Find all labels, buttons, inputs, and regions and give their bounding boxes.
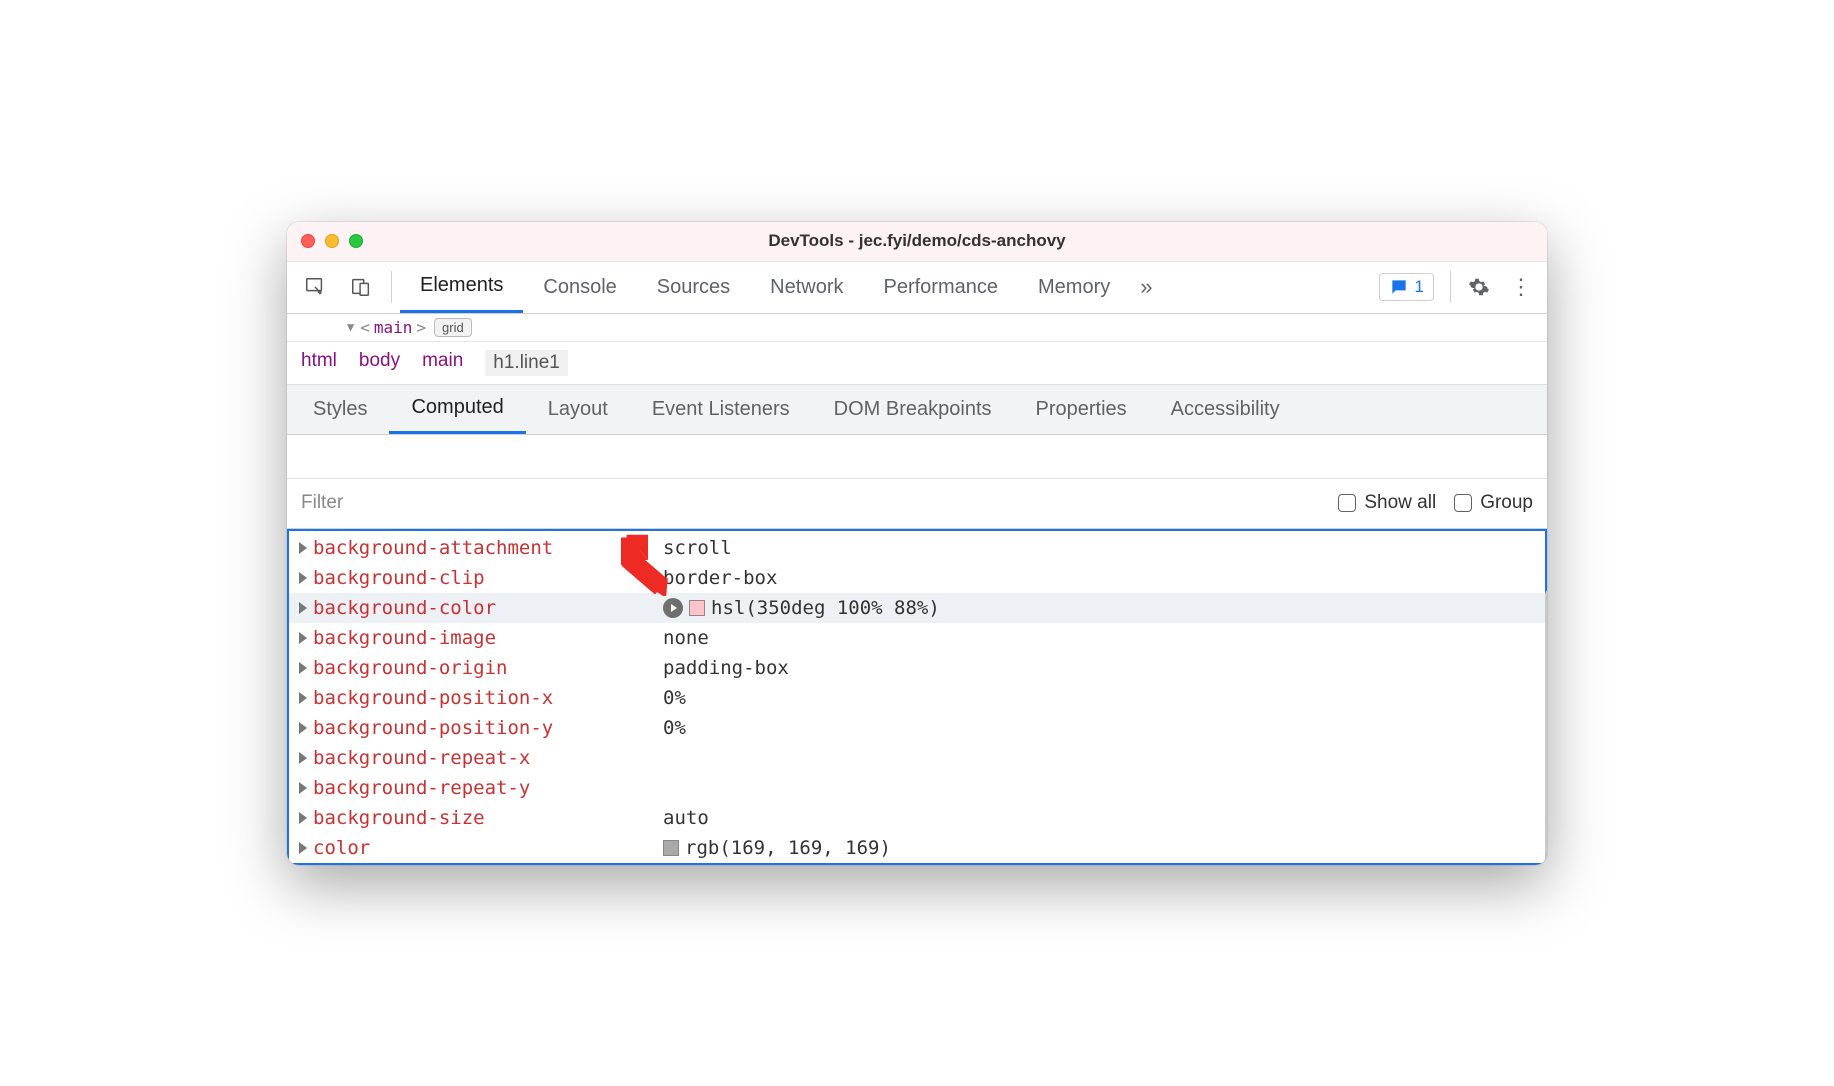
subtab-accessibility[interactable]: Accessibility xyxy=(1149,384,1302,434)
inspect-icon[interactable] xyxy=(293,265,337,309)
property-name: color xyxy=(313,837,663,859)
traffic-lights xyxy=(301,234,363,248)
subtab-properties[interactable]: Properties xyxy=(1014,384,1149,434)
settings-icon[interactable] xyxy=(1459,276,1499,298)
kebab-menu-icon[interactable]: ⋮ xyxy=(1501,274,1541,300)
property-value: border-box xyxy=(663,567,777,589)
computed-row[interactable]: background-clipborder-box xyxy=(289,563,1545,593)
minimize-icon[interactable] xyxy=(325,234,339,248)
computed-row[interactable]: background-attachmentscroll xyxy=(289,533,1545,563)
property-value: auto xyxy=(663,807,709,829)
property-value: rgb(169, 169, 169) xyxy=(685,837,891,859)
computed-row[interactable]: background-imagenone xyxy=(289,623,1545,653)
property-name: background-attachment xyxy=(313,537,663,559)
subtab-styles[interactable]: Styles xyxy=(291,384,389,434)
computed-row[interactable]: background-position-y0% xyxy=(289,713,1545,743)
scrollbar[interactable] xyxy=(1545,589,1547,865)
tab-memory[interactable]: Memory xyxy=(1018,261,1130,313)
expand-triangle-icon[interactable] xyxy=(299,572,307,584)
property-value: hsl(350deg 100% 88%) xyxy=(711,597,940,619)
expand-triangle-icon[interactable] xyxy=(299,632,307,644)
expand-triangle-icon[interactable] xyxy=(299,692,307,704)
tab-network[interactable]: Network xyxy=(750,261,863,313)
styles-subtabs: Styles Computed Layout Event Listeners D… xyxy=(287,385,1547,435)
group-checkbox[interactable]: Group xyxy=(1454,492,1533,514)
subtab-event-listeners[interactable]: Event Listeners xyxy=(630,384,812,434)
property-value: none xyxy=(663,627,709,649)
dom-tag: main xyxy=(374,318,413,337)
group-label: Group xyxy=(1480,492,1533,514)
property-name: background-repeat-y xyxy=(313,777,663,799)
filter-input[interactable]: Filter xyxy=(301,492,1320,514)
issues-count: 1 xyxy=(1415,277,1424,297)
tab-elements[interactable]: Elements xyxy=(400,261,523,313)
issues-badge[interactable]: 1 xyxy=(1379,273,1434,301)
expand-triangle-icon[interactable] xyxy=(299,752,307,764)
property-name: background-position-y xyxy=(313,717,663,739)
annotation-arrow-icon xyxy=(621,533,675,596)
navigate-icon[interactable] xyxy=(663,598,683,618)
property-value: padding-box xyxy=(663,657,789,679)
property-name: background-color xyxy=(313,597,663,619)
window-title: DevTools - jec.fyi/demo/cds-anchovy xyxy=(287,231,1547,251)
tab-performance[interactable]: Performance xyxy=(864,261,1019,313)
expand-triangle-icon[interactable] xyxy=(299,812,307,824)
separator xyxy=(391,271,392,303)
computed-row[interactable]: background-repeat-x xyxy=(289,743,1545,773)
color-swatch-icon[interactable] xyxy=(689,600,705,616)
tab-sources[interactable]: Sources xyxy=(637,261,750,313)
devtools-window: DevTools - jec.fyi/demo/cds-anchovy Elem… xyxy=(287,222,1547,865)
main-toolbar: Elements Console Sources Network Perform… xyxy=(287,262,1547,314)
property-name: background-origin xyxy=(313,657,663,679)
checkbox-icon xyxy=(1454,494,1472,512)
property-name: background-clip xyxy=(313,567,663,589)
expand-triangle-icon[interactable] xyxy=(299,542,307,554)
spacer xyxy=(287,435,1547,479)
property-name: background-repeat-x xyxy=(313,747,663,769)
property-name: background-image xyxy=(313,627,663,649)
expand-triangle-icon[interactable] xyxy=(299,722,307,734)
titlebar: DevTools - jec.fyi/demo/cds-anchovy xyxy=(287,222,1547,262)
property-name: background-position-x xyxy=(313,687,663,709)
breadcrumb-item[interactable]: body xyxy=(359,350,400,376)
expand-triangle-icon[interactable] xyxy=(299,662,307,674)
show-all-label: Show all xyxy=(1364,492,1436,514)
show-all-checkbox[interactable]: Show all xyxy=(1338,492,1436,514)
main-tabs: Elements Console Sources Network Perform… xyxy=(400,261,1369,313)
dom-tree-line[interactable]: ▼ <main> grid xyxy=(287,314,1547,342)
computed-row[interactable]: background-originpadding-box xyxy=(289,653,1545,683)
computed-row[interactable]: background-color hsl(350deg 100% 88%) xyxy=(289,593,1545,623)
separator xyxy=(1450,271,1451,303)
computed-row[interactable]: background-sizeauto xyxy=(289,803,1545,833)
property-value: 0% xyxy=(663,687,686,709)
expand-caret-icon[interactable]: ▼ xyxy=(347,320,354,334)
expand-triangle-icon[interactable] xyxy=(299,782,307,794)
expand-triangle-icon[interactable] xyxy=(299,602,307,614)
breadcrumb-item-current[interactable]: h1.line1 xyxy=(485,350,568,376)
subtab-computed[interactable]: Computed xyxy=(389,384,525,434)
subtab-dom-breakpoints[interactable]: DOM Breakpoints xyxy=(812,384,1014,434)
device-toggle-icon[interactable] xyxy=(339,265,383,309)
breadcrumb: html body main h1.line1 xyxy=(287,342,1547,385)
computed-pane: background-attachmentscrollbackground-cl… xyxy=(287,529,1547,865)
expand-triangle-icon[interactable] xyxy=(299,842,307,854)
more-tabs-icon[interactable]: » xyxy=(1130,274,1162,300)
checkbox-icon xyxy=(1338,494,1356,512)
tab-console[interactable]: Console xyxy=(523,261,636,313)
computed-row[interactable]: color rgb(169, 169, 169) xyxy=(289,833,1545,863)
computed-row[interactable]: background-repeat-y xyxy=(289,773,1545,803)
filter-bar: Filter Show all Group xyxy=(287,479,1547,529)
property-value: 0% xyxy=(663,717,686,739)
color-swatch-icon[interactable] xyxy=(663,840,679,856)
property-name: background-size xyxy=(313,807,663,829)
subtab-layout[interactable]: Layout xyxy=(526,384,630,434)
grid-badge[interactable]: grid xyxy=(434,318,472,337)
close-icon[interactable] xyxy=(301,234,315,248)
breadcrumb-item[interactable]: html xyxy=(301,350,337,376)
computed-row[interactable]: background-position-x0% xyxy=(289,683,1545,713)
maximize-icon[interactable] xyxy=(349,234,363,248)
breadcrumb-item[interactable]: main xyxy=(422,350,463,376)
